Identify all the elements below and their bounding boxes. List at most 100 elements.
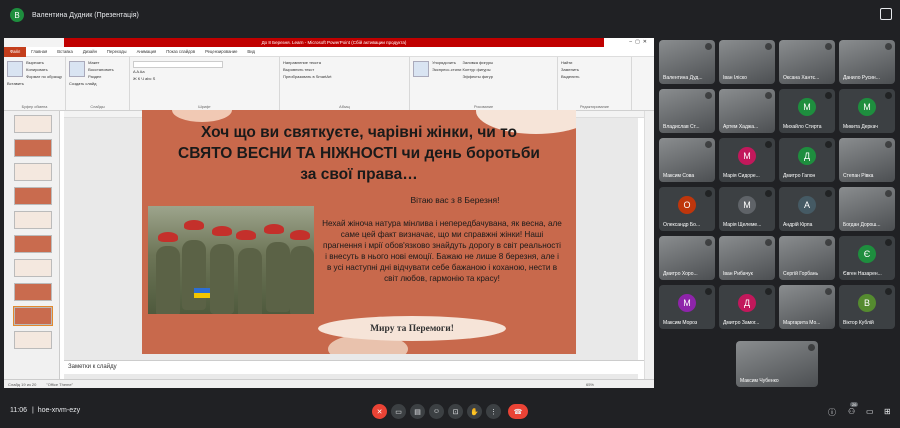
participant-tile[interactable]: Сергій Горбань: [779, 236, 835, 280]
participant-tile[interactable]: Д Дмитро Замог...: [719, 285, 775, 329]
slide-thumbnail[interactable]: [14, 283, 52, 301]
tab-animations[interactable]: Анимация: [132, 49, 162, 54]
presenter-avatar: В: [10, 8, 24, 22]
font-name-select[interactable]: [133, 61, 223, 68]
participant-name: Богдан Дорош...: [843, 222, 881, 228]
slide-thumbnail[interactable]: [14, 211, 52, 229]
present-screen-icon[interactable]: ⊡: [448, 404, 463, 419]
layout-button[interactable]: Макет: [88, 59, 114, 66]
slide-thumbnail[interactable]: [14, 259, 52, 277]
zoom-level[interactable]: 65%: [586, 382, 594, 387]
paste-button[interactable]: Вставить: [7, 80, 62, 87]
participant-tile[interactable]: Максим Чубенко: [736, 341, 818, 387]
participant-tile[interactable]: М Максим Мороз: [659, 285, 715, 329]
smartart-button[interactable]: Преобразовать в SmartArt: [283, 73, 406, 80]
reset-button[interactable]: Восстановить: [88, 66, 114, 73]
vertical-scrollbar[interactable]: [644, 111, 654, 379]
participant-tile[interactable]: Степан Рівка: [839, 138, 895, 182]
shape-outline-button[interactable]: Контур фигуры: [463, 66, 494, 73]
participant-tile[interactable]: Валентина Дуд...: [659, 40, 715, 84]
activities-icon[interactable]: ⊞: [884, 407, 891, 416]
participant-tile[interactable]: Дмитро Хоро...: [659, 236, 715, 280]
participant-name: Валентина Дуд...: [663, 75, 703, 81]
find-button[interactable]: Найти: [561, 59, 628, 66]
microphone-off-icon[interactable]: ✕: [372, 404, 387, 419]
fullscreen-icon[interactable]: [880, 8, 892, 20]
participant-name: Дмитро Замог...: [723, 320, 760, 326]
participant-tile[interactable]: Іван Іліско: [719, 40, 775, 84]
participant-tile[interactable]: М Микита Деркач: [839, 89, 895, 133]
text-direction-button[interactable]: Направление текста: [283, 59, 406, 66]
participant-tile[interactable]: М Михайло Стирта: [779, 89, 835, 133]
emoji-icon[interactable]: ☺: [429, 404, 444, 419]
font-style-buttons[interactable]: Ж К Ч abc S: [133, 75, 276, 82]
tab-insert[interactable]: Вставка: [52, 49, 78, 54]
paste-icon[interactable]: [7, 61, 23, 77]
slide-thumbnail[interactable]: [14, 115, 52, 133]
tab-file[interactable]: Файл: [4, 46, 27, 57]
slide-title: Хоч що ви святкуєте, чарівні жінки, чи т…: [178, 124, 540, 183]
shapes-gallery-icon[interactable]: [413, 61, 429, 77]
mic-muted-icon: [825, 239, 832, 246]
section-button[interactable]: Раздел: [88, 73, 114, 80]
slide-thumbnail[interactable]: [14, 235, 52, 253]
participant-tile[interactable]: А Андрій Кірпа: [779, 187, 835, 231]
participant-name: Андрій Кірпа: [783, 222, 813, 228]
participant-tile[interactable]: М Марія Сидоре...: [719, 138, 775, 182]
window-controls-icon[interactable]: –▢✕: [629, 39, 650, 45]
arrange-button[interactable]: Упорядочить: [432, 59, 461, 66]
chat-icon[interactable]: ▭: [866, 407, 874, 416]
new-slide-button[interactable]: Создать слайд: [69, 80, 126, 87]
participant-tile[interactable]: Д Дмитро Гапон: [779, 138, 835, 182]
tab-home[interactable]: Главная: [26, 49, 52, 54]
end-call-icon[interactable]: ☎: [508, 404, 528, 419]
participant-tile[interactable]: М Марія Щелеме...: [719, 187, 775, 231]
camera-icon[interactable]: ▭: [391, 404, 406, 419]
participant-tile[interactable]: О Олександр Бо...: [659, 187, 715, 231]
replace-button[interactable]: Заменить: [561, 66, 628, 73]
slide-greeting: Вітаю вас з 8 Березня!: [410, 195, 500, 205]
participant-tile[interactable]: Є Євген Назарен...: [839, 236, 895, 280]
status-bar: Слайд 19 из 20 "Office Theme" 65%: [4, 379, 654, 388]
participant-tile[interactable]: Максим Сова: [659, 138, 715, 182]
raise-hand-icon[interactable]: ✋: [467, 404, 482, 419]
align-text-button[interactable]: Выровнять текст: [283, 66, 406, 73]
tab-review[interactable]: Рецензирование: [200, 49, 242, 54]
participant-tile[interactable]: Владислав Ст...: [659, 89, 715, 133]
shape-effects-button[interactable]: Эффекты фигур: [463, 73, 494, 80]
participant-tile[interactable]: Маргарита Мо...: [779, 285, 835, 329]
captions-icon[interactable]: ▤: [410, 404, 425, 419]
tab-transitions[interactable]: Переходы: [102, 49, 132, 54]
tab-slideshow[interactable]: Показ слайдов: [161, 49, 200, 54]
slide-thumbnail[interactable]: [14, 139, 52, 157]
slide-thumbnail[interactable]: [14, 163, 52, 181]
meeting-controls-bar: 11:06 | hoe-xrvm-ezy ✕ ▭ ▤ ☺ ⊡ ✋ ⋮ ☎ ⓘ ⚇…: [0, 396, 900, 428]
slide-thumbnail-selected[interactable]: [13, 306, 53, 326]
select-button[interactable]: Выделить: [561, 73, 628, 80]
slide-thumbnail[interactable]: [14, 331, 52, 349]
ribbon-group-slides: Макет Восстановить Раздел Создать слайд …: [66, 57, 130, 110]
participant-tile[interactable]: Оксана Хантє...: [779, 40, 835, 84]
info-icon[interactable]: ⓘ: [828, 407, 836, 418]
participant-tile[interactable]: Іван Рибачук: [719, 236, 775, 280]
copy-button[interactable]: Копировать: [26, 66, 62, 73]
participant-name: Оксана Хантє...: [783, 75, 820, 81]
slide-thumbnails-panel[interactable]: [4, 111, 60, 379]
shape-fill-button[interactable]: Заливка фигуры: [463, 59, 494, 66]
new-slide-icon[interactable]: [69, 61, 85, 77]
format-painter-button[interactable]: Формат по образцу: [26, 73, 62, 80]
people-icon[interactable]: ⚇: [848, 407, 855, 416]
participant-tile[interactable]: В Віктор Кублій: [839, 285, 895, 329]
slide-notes[interactable]: Заметки к слайду: [64, 360, 644, 374]
participant-name: Степан Рівка: [843, 173, 874, 179]
participant-tile[interactable]: Богдан Дорош...: [839, 187, 895, 231]
tab-view[interactable]: Вид: [242, 49, 260, 54]
participant-tile[interactable]: Данило Русин...: [839, 40, 895, 84]
participant-tile[interactable]: Артем Хаджа...: [719, 89, 775, 133]
slide-thumbnail[interactable]: [14, 187, 52, 205]
quick-styles-button[interactable]: Экспресс-стили: [432, 66, 461, 73]
more-options-icon[interactable]: ⋮: [486, 404, 501, 419]
font-size-buttons[interactable]: A A Aa: [133, 68, 276, 75]
tab-design[interactable]: Дизайн: [78, 49, 102, 54]
cut-button[interactable]: Вырезать: [26, 59, 62, 66]
